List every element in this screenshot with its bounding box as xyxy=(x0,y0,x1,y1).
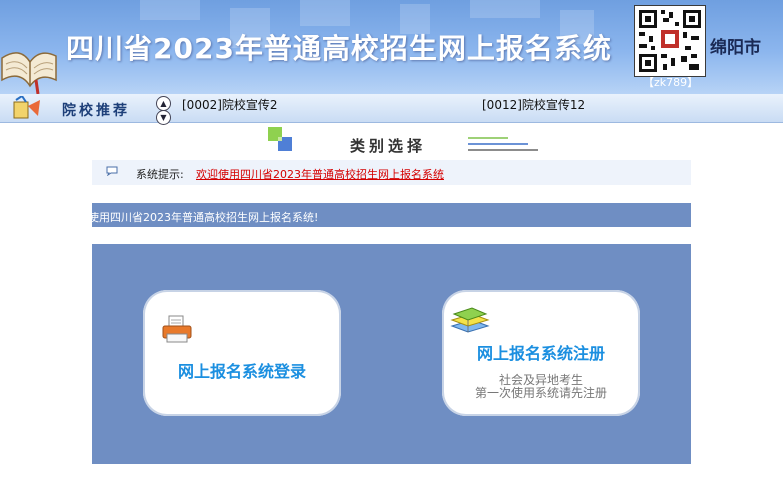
qr-code-label: 【zk789】 xyxy=(643,76,699,89)
page-title: 四川省2023年普通高校招生网上报名系统 xyxy=(66,32,612,65)
recommend-label: 院校推荐 xyxy=(62,103,130,119)
tip-label: 系统提示: xyxy=(136,168,184,181)
recommend-item[interactable]: [0002]院校宣传2 xyxy=(182,96,278,113)
tip-message-link[interactable]: 欢迎使用四川省2023年普通高校招生网上报名系统 xyxy=(196,166,444,182)
main-panel: 网上报名系统登录 网上报名系统注册 社会及异地考生 第一次使用系统请先注册 xyxy=(92,244,691,464)
register-subtitle: 第一次使用系统请先注册 xyxy=(474,386,607,400)
recommend-bar: 院校推荐 ▲ ▼ [0002]院校宣传2 [0012]院校宣传12 xyxy=(0,94,783,125)
qr-code xyxy=(634,5,706,77)
system-tip-bar: 系统提示: 欢迎使用四川省2023年普通高校招生网上报名系统 xyxy=(92,160,691,185)
printer-icon xyxy=(162,315,192,343)
category-icon xyxy=(268,127,292,151)
category-title: 类别选择 xyxy=(350,137,427,155)
header-banner: 四川省2023年普通高校招生网上报名系统 【zk789】 绵阳市 xyxy=(0,0,783,94)
scrolling-notice: 使用四川省2023年普通高校招生网上报名系统! xyxy=(92,203,691,227)
divider xyxy=(468,137,538,151)
recommend-item[interactable]: [0012]院校宣传12 xyxy=(482,96,585,113)
book-icon xyxy=(1,52,57,94)
login-title: 网上报名系统登录 xyxy=(177,362,306,381)
recommend-icon xyxy=(13,96,40,119)
scrolling-notice-text: 使用四川省2023年普通高校招生网上报名系统! xyxy=(92,211,319,224)
arrow-up-icon[interactable]: ▲ xyxy=(156,96,171,111)
books-icon xyxy=(450,307,490,333)
arrow-down-icon[interactable]: ▼ xyxy=(156,110,171,125)
speech-bubble-icon xyxy=(106,166,118,176)
login-button[interactable]: 网上报名系统登录 xyxy=(143,290,341,416)
city-label: 绵阳市 xyxy=(710,38,761,58)
register-title: 网上报名系统注册 xyxy=(476,344,605,363)
register-button[interactable]: 网上报名系统注册 社会及异地考生 第一次使用系统请先注册 xyxy=(442,290,640,416)
